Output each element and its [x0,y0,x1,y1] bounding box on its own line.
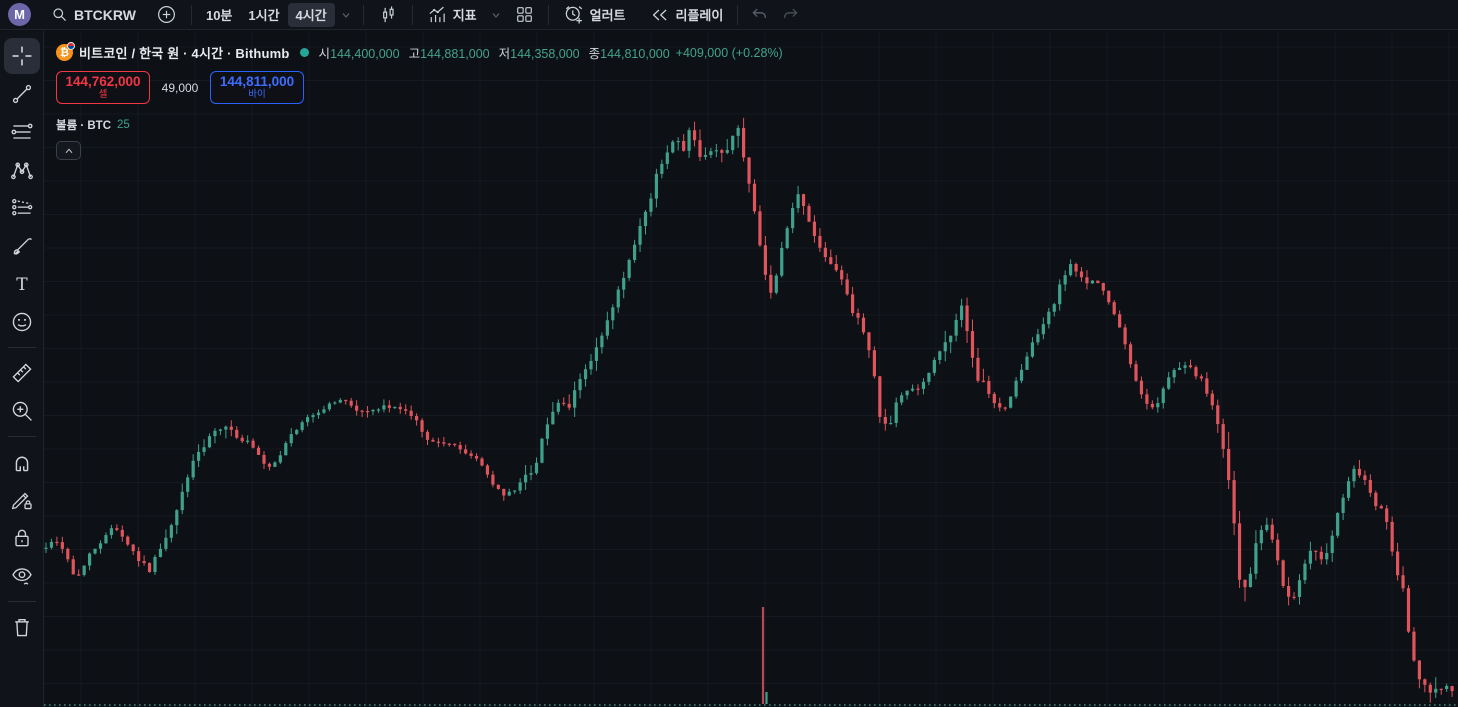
divider [547,4,549,25]
spread-value: 49,000 [161,80,199,95]
tool-drawing-lock[interactable] [4,482,40,518]
chevron-up-icon [63,145,75,157]
divider [362,4,364,25]
forecast-icon [10,196,34,220]
lock-icon [10,526,34,550]
price-chart[interactable]: ₿ 비트코인 / 한국 원 · 4시간 · Bithumb 시144,400,0… [44,31,1458,707]
svg-text:T: T [16,275,28,295]
buy-button[interactable]: 144,811,000 바이 [210,71,304,104]
avatar-letter: M [14,7,25,22]
symbol-search-button[interactable]: BTCKRW [43,3,144,27]
top-toolbar: M BTCKRW 10분 1시간 4시간 지표 얼러트 리플레이 [0,0,1458,30]
trash-icon [10,615,34,639]
tool-emoji[interactable] [4,304,40,340]
tool-xabcd-pattern[interactable] [4,152,40,188]
eye-icon [10,564,34,588]
tool-magnet[interactable] [4,444,40,480]
crosshair-icon [10,44,34,68]
ruler-icon [10,361,34,385]
close-value: 144,810,000 [600,47,670,61]
divider [7,347,36,348]
symbol-label: BTCKRW [74,6,136,23]
tool-fib-retracement[interactable] [4,114,40,150]
tool-hide-all[interactable] [4,558,40,594]
tool-measure[interactable] [4,355,40,391]
tool-forecast[interactable] [4,190,40,226]
chart-style-button[interactable] [370,3,406,27]
timeframe-4h[interactable]: 4시간 [287,2,335,27]
compare-add-button[interactable] [148,3,185,27]
sell-button[interactable]: 144,762,000 셀 [56,71,150,104]
timeframe-1h[interactable]: 1시간 [240,3,287,27]
alert-button[interactable]: 얼러트 [555,3,634,27]
undo-button[interactable] [744,3,775,27]
order-panel: 144,762,000 셀 49,000 144,811,000 바이 [56,71,783,104]
tool-lock-all[interactable] [4,520,40,556]
change-value: +409,000 (+0.28%) [675,45,783,60]
indicators-button[interactable]: 지표 [419,3,485,27]
high-value: 144,881,000 [420,47,490,61]
redo-button[interactable] [775,3,806,27]
candlestick-icon [378,5,398,25]
divider [190,4,192,25]
divider [411,4,413,25]
grid-layout-icon [515,5,534,24]
chevron-down-icon [489,8,503,22]
volume-study-row[interactable]: 볼륨 · BTC 25 [56,117,783,133]
legend-title-row: ₿ 비트코인 / 한국 원 · 4시간 · Bithumb 시144,400,0… [56,42,783,62]
divider [737,4,739,25]
low-value: 144,358,000 [510,47,580,61]
divider [7,436,36,437]
tool-text[interactable]: T [4,266,40,302]
rewind-icon [650,5,670,25]
tool-brush[interactable] [4,228,40,264]
bitcoin-icon: ₿ [56,42,75,61]
indicators-label: 지표 [452,8,477,23]
emoji-icon [10,310,34,334]
symbol-title[interactable]: 비트코인 / 한국 원 · 4시간 · Bithumb [79,43,290,62]
tool-remove-all[interactable] [4,609,40,645]
trend-line-icon [10,82,34,106]
ohlc-values: 시144,400,000 고144,881,000 저144,358,000 종… [318,47,670,61]
tool-trend-line[interactable] [4,76,40,112]
fib-retracement-icon [10,120,34,144]
search-icon [51,6,68,23]
korea-flag-badge [67,42,75,50]
text-icon: T [10,272,34,296]
zoom-in-icon [10,399,34,423]
layout-grid-button[interactable] [507,3,542,27]
indicators-menu-button[interactable] [485,3,507,27]
divider [7,601,36,602]
user-avatar[interactable]: M [8,3,31,26]
replay-label: 리플레이 [675,8,724,23]
chart-legend: ₿ 비트코인 / 한국 원 · 4시간 · Bithumb 시144,400,0… [56,42,783,160]
alert-clock-icon [563,4,584,25]
trading-app: { "colors": { "bg": "#0d1015", "panel": … [0,0,1458,707]
xabcd-pattern-icon [10,158,34,182]
tool-crosshair[interactable] [3,38,40,74]
replay-button[interactable]: 리플레이 [642,3,732,27]
indicators-icon [427,5,447,25]
open-value: 144,400,000 [330,47,400,61]
plus-circle-icon [156,4,177,25]
collapse-pane-button[interactable] [56,141,81,160]
drawing-toolbar: T [0,31,44,707]
timeframe-menu-button[interactable] [335,3,357,27]
market-status-dot[interactable] [299,48,309,57]
redo-icon [781,5,800,24]
magnet-icon [10,450,34,474]
brush-icon [10,234,34,258]
timeframe-10m[interactable]: 10분 [198,3,240,27]
chevron-down-icon [339,8,353,22]
undo-icon [750,5,769,24]
alert-label: 얼러트 [589,8,626,23]
tool-zoom-in[interactable] [4,393,40,429]
pencil-lock-icon [10,488,34,512]
